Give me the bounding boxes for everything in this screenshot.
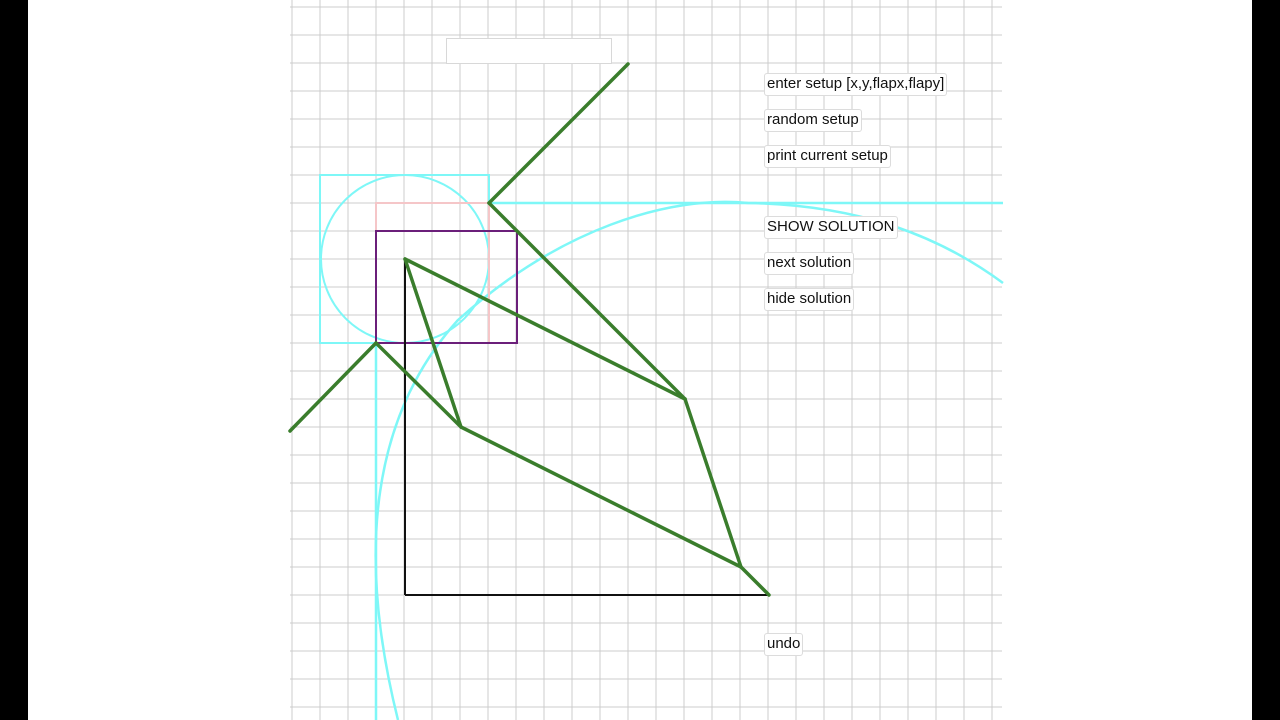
print-current-setup-button[interactable]: print current setup bbox=[764, 145, 891, 168]
crease-line bbox=[288, 341, 378, 433]
random-setup-button[interactable]: random setup bbox=[764, 109, 862, 132]
enter-setup-button[interactable]: enter setup [x,y,flapx,flapy] bbox=[764, 73, 948, 96]
crease-line bbox=[459, 425, 743, 569]
show-solution-button[interactable]: SHOW SOLUTION bbox=[764, 216, 898, 239]
crease-lines bbox=[288, 62, 771, 597]
folding-board[interactable] bbox=[28, 0, 1252, 720]
crease-line bbox=[739, 565, 771, 597]
crease-line bbox=[487, 62, 630, 205]
guide-large-arc bbox=[374, 200, 1004, 720]
hide-solution-button[interactable]: hide solution bbox=[764, 288, 855, 311]
undo-button[interactable]: undo bbox=[764, 633, 804, 656]
crease-line bbox=[403, 257, 687, 401]
page: enter setup [x,y,flapx,flapy] random set… bbox=[28, 0, 1252, 720]
next-solution-button[interactable]: next solution bbox=[764, 252, 855, 275]
setup-input[interactable] bbox=[446, 38, 612, 64]
